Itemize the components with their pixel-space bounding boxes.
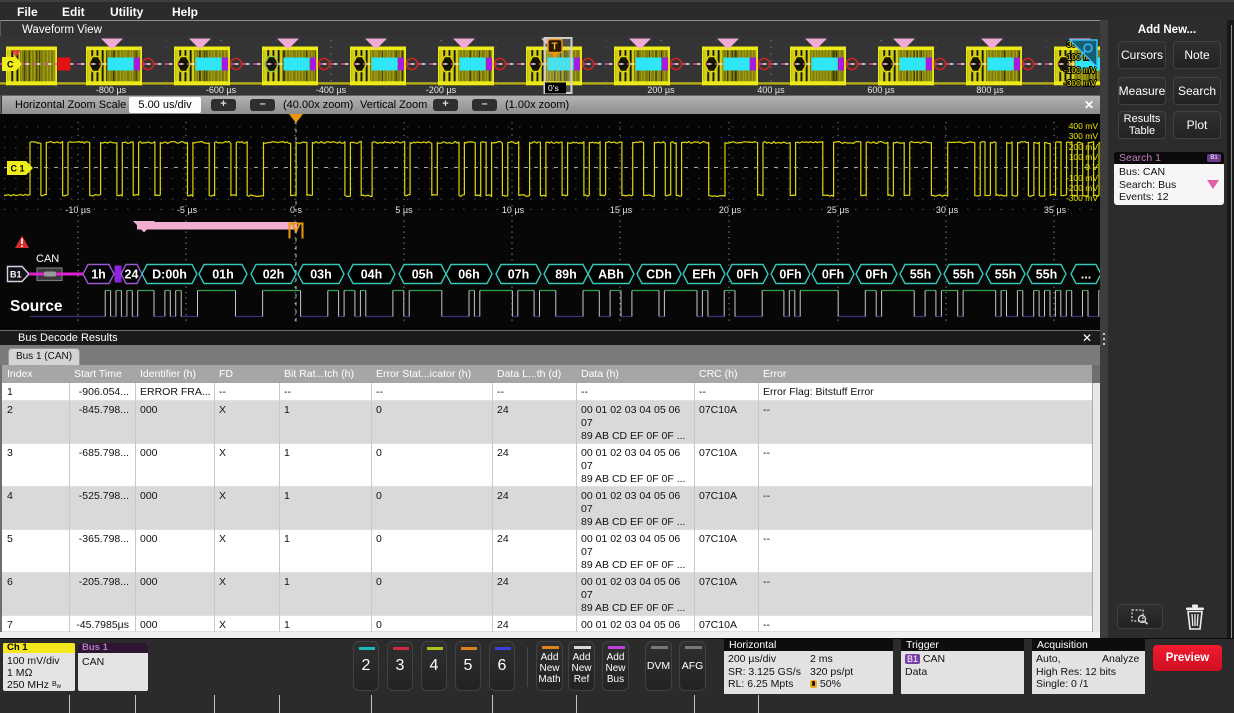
svg-text:EFh: EFh — [692, 268, 716, 282]
svg-text:ABh: ABh — [598, 268, 624, 282]
svg-text:-600 µs: -600 µs — [206, 85, 237, 95]
svg-text:-200 µs: -200 µs — [426, 85, 457, 95]
svg-text:CAN: CAN — [36, 253, 59, 265]
svg-text:D:00h: D:00h — [152, 268, 187, 282]
svg-text:01h: 01h — [212, 268, 234, 282]
svg-text:1h: 1h — [91, 268, 106, 282]
svg-text:0Fh: 0Fh — [865, 268, 887, 282]
svg-text:55h: 55h — [995, 268, 1017, 282]
svg-text:600 µs: 600 µs — [867, 85, 895, 95]
svg-text:-300 mV: -300 mV — [1064, 78, 1096, 88]
svg-text:B1: B1 — [10, 270, 22, 280]
svg-text:T: T — [552, 42, 558, 53]
svg-text:Source: Source — [10, 298, 63, 315]
svg-text:55h: 55h — [953, 268, 975, 282]
svg-text:04h: 04h — [361, 268, 383, 282]
svg-text:02h: 02h — [263, 268, 285, 282]
svg-text:0’s: 0’s — [548, 83, 559, 93]
svg-text:06h: 06h — [458, 268, 480, 282]
svg-text:C 1: C 1 — [11, 164, 25, 174]
svg-text:0Fh: 0Fh — [822, 268, 844, 282]
svg-text:55h: 55h — [910, 268, 932, 282]
svg-text:0Fh: 0Fh — [779, 268, 801, 282]
svg-text:800 µs: 800 µs — [976, 85, 1004, 95]
svg-text:-400 µs: -400 µs — [316, 85, 347, 95]
svg-text:C: C — [7, 60, 14, 70]
svg-text:200 µs: 200 µs — [647, 85, 675, 95]
svg-text:07h: 07h — [508, 268, 530, 282]
svg-text:89h: 89h — [555, 268, 577, 282]
svg-text:24: 24 — [125, 268, 139, 282]
svg-text:-100 mV: -100 mV — [1064, 65, 1096, 75]
svg-text:-800 µs: -800 µs — [96, 85, 127, 95]
svg-text:55h: 55h — [1036, 268, 1058, 282]
svg-text:0Fh: 0Fh — [736, 268, 758, 282]
svg-text:...: ... — [1081, 268, 1091, 282]
svg-text:05h: 05h — [412, 268, 434, 282]
svg-text:400 µs: 400 µs — [757, 85, 785, 95]
svg-text:03h: 03h — [310, 268, 332, 282]
svg-text:CDh: CDh — [646, 268, 672, 282]
